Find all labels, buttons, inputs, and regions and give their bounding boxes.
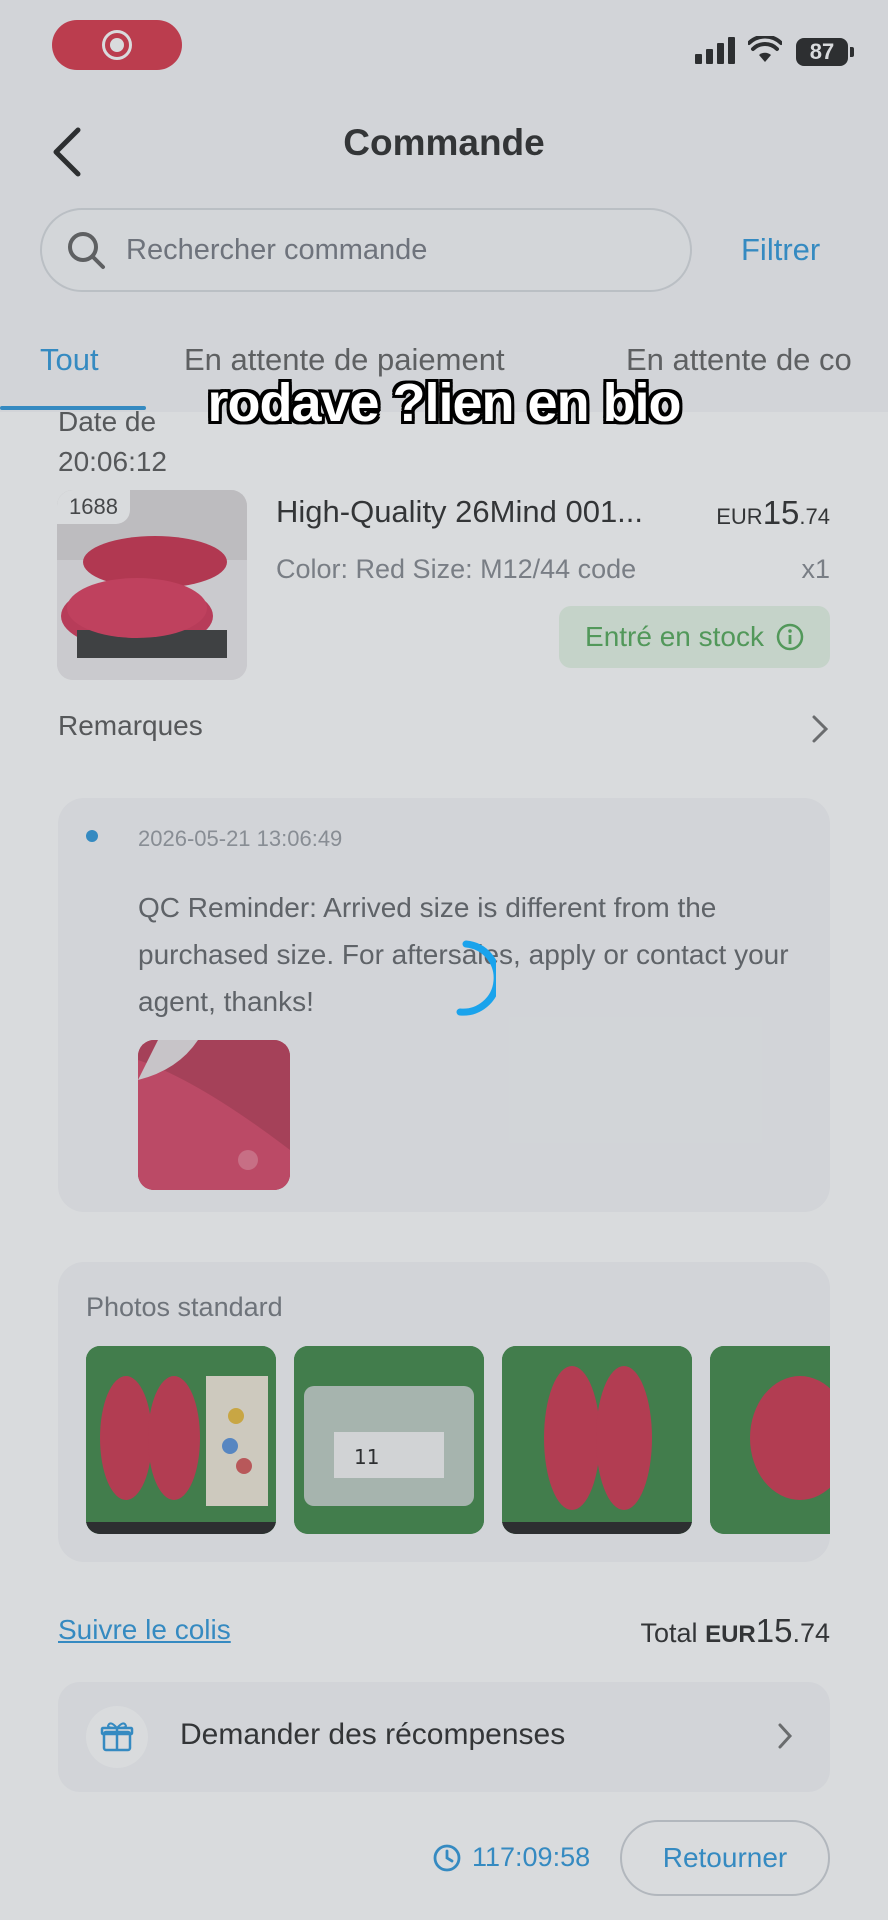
total-label: Total [640,1618,698,1648]
standard-photo[interactable] [502,1346,692,1534]
stock-status-label: Entré en stock [585,621,764,652]
gift-icon [86,1706,148,1768]
qc-photo[interactable] [138,1040,290,1190]
countdown-timer: 117:09:58 [432,1842,590,1873]
total-currency: EUR [705,1621,756,1648]
video-caption: rodave ?lien en bio [207,373,681,433]
total-integer: 15 [755,1612,793,1649]
return-button[interactable]: Retourner [620,1820,830,1896]
chevron-right-icon [778,1723,793,1749]
record-icon [102,30,132,60]
product-price: EUR15.74 [716,494,830,532]
wifi-icon [748,36,782,62]
standard-photos-section: Photos standard 11 [58,1262,830,1562]
clock-icon [433,1844,461,1871]
track-package-link[interactable]: Suivre le colis [58,1614,231,1646]
standard-photo[interactable]: 11 [294,1346,484,1534]
chevron-right-icon [812,715,829,743]
standard-photo[interactable] [86,1346,276,1534]
loading-spinner-icon [456,940,496,1016]
stock-status-badge[interactable]: Entré en stock [559,606,830,668]
request-rewards-row[interactable]: Demander des récompenses [58,1682,830,1792]
remarks-label: Remarques [58,710,203,741]
svg-text:11: 11 [354,1445,379,1469]
search-input[interactable]: Rechercher commande [40,208,692,292]
standard-photo[interactable] [710,1346,830,1534]
search-placeholder: Rechercher commande [126,233,428,266]
standard-photos-title: Photos standard [86,1292,283,1322]
countdown-value: 117:09:58 [472,1842,591,1872]
product-quantity: x1 [801,554,830,584]
product-name[interactable]: High-Quality 26Mind 001... [276,494,643,530]
info-icon [776,623,804,651]
product-image[interactable]: 1688 [57,490,247,680]
price-integer: 15 [762,494,800,531]
screen-record-indicator[interactable] [52,20,182,70]
request-rewards-label: Demander des récompenses [180,1718,566,1751]
cellular-signal-icon [695,36,735,64]
search-icon [68,232,105,269]
page-title: Commande [343,122,545,163]
price-decimal: .74 [799,504,830,529]
total-decimal: .74 [792,1618,830,1648]
qc-timestamp: 2026-05-21 13:06:49 [138,826,343,851]
filter-button[interactable]: Filtrer [741,232,820,268]
battery-indicator: 87 [796,38,854,66]
status-bar: 87 [0,0,888,96]
order-total: Total EUR15.74 [641,1612,831,1650]
order-page: 87 Commande Rechercher commande Filtrer … [0,0,888,1920]
price-currency: EUR [716,504,763,529]
timeline-dot [86,830,98,842]
order-date-time: 20:06:12 [58,446,167,477]
product-variant: Color: Red Size: M12/44 code [276,554,637,584]
source-badge: 1688 [57,490,130,524]
remarks-row[interactable]: Remarques [58,710,830,750]
